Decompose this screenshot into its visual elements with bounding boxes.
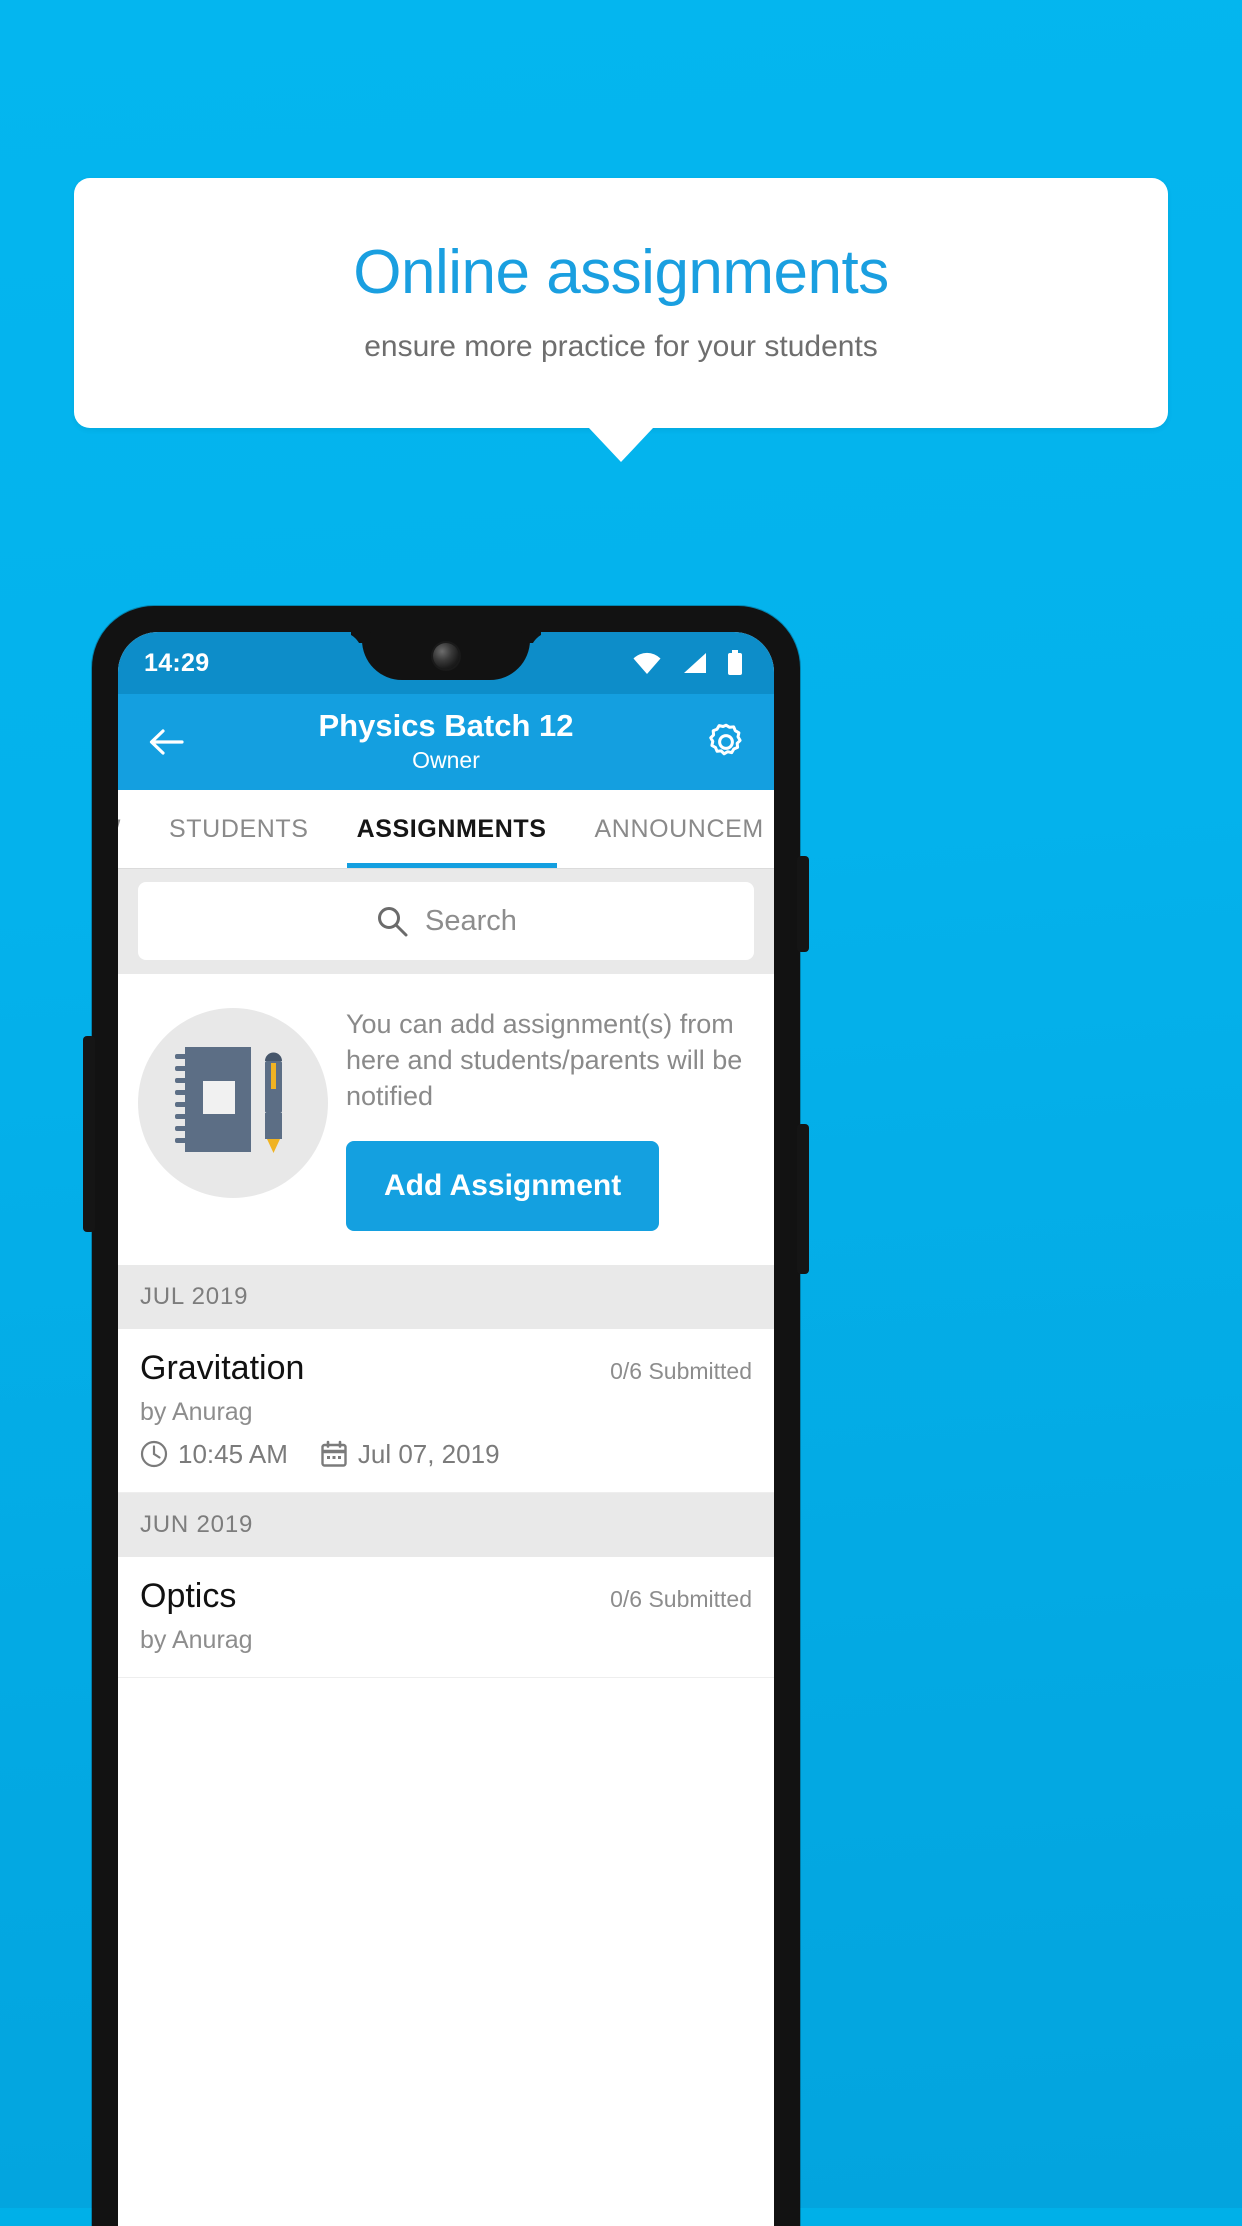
search-input[interactable]: Search xyxy=(138,882,754,960)
back-arrow-icon[interactable] xyxy=(144,720,188,764)
tab-assignments[interactable]: ASSIGNMENTS xyxy=(333,790,571,868)
assignment-row-optics[interactable]: Optics 0/6 Submitted by Anurag xyxy=(118,1556,774,1678)
phone-power-button xyxy=(797,856,809,952)
assignment-status: 0/6 Submitted xyxy=(610,1585,752,1612)
search-placeholder: Search xyxy=(425,904,517,937)
clock-icon xyxy=(140,1440,168,1468)
calendar-icon xyxy=(321,1440,347,1467)
wifi-icon xyxy=(633,652,661,674)
promo-callout-tail xyxy=(589,428,653,462)
assignment-row-top: Gravitation 0/6 Submitted xyxy=(140,1349,752,1388)
assignment-time: 10:45 AM xyxy=(178,1438,288,1469)
assignment-status: 0/6 Submitted xyxy=(610,1357,752,1384)
phone-side-button-left xyxy=(83,1036,95,1232)
app-bar-title-block: Physics Batch 12 Owner xyxy=(118,694,774,790)
search-icon xyxy=(378,907,408,937)
assignment-author: by Anurag xyxy=(140,1397,253,1426)
add-assignment-right: You can add assignment(s) from here and … xyxy=(346,996,754,1231)
assignment-author: by Anurag xyxy=(140,1625,253,1654)
phone-screen: 14:29 Physics Batch 12 Owner STUDENTS AS… xyxy=(118,632,774,2226)
page-subtitle: Owner xyxy=(412,746,480,773)
assignment-title: Optics xyxy=(140,1576,237,1615)
status-bar-time: 14:29 xyxy=(144,648,210,677)
assignment-row-gravitation[interactable]: Gravitation 0/6 Submitted by Anurag 10:4… xyxy=(118,1328,774,1493)
battery-icon xyxy=(728,650,742,675)
assignment-title: Gravitation xyxy=(140,1348,305,1387)
page-title: Physics Batch 12 xyxy=(318,708,574,744)
phone-volume-button xyxy=(797,1124,809,1274)
notebook-and-pen-icon xyxy=(138,1008,328,1198)
phone-device: 14:29 Physics Batch 12 Owner STUDENTS AS… xyxy=(83,606,809,2226)
tab-overview[interactable]: IEW xyxy=(118,790,145,868)
empty-state-message: You can add assignment(s) from here and … xyxy=(346,1009,743,1112)
tab-students[interactable]: STUDENTS xyxy=(145,790,333,868)
add-assignment-panel: You can add assignment(s) from here and … xyxy=(118,974,774,1265)
tab-announcements[interactable]: ANNOUNCEM xyxy=(571,790,774,868)
add-assignment-button[interactable]: Add Assignment xyxy=(346,1140,660,1231)
month-header-jul: JUL 2019 xyxy=(118,1264,774,1329)
search-section: Search xyxy=(118,868,774,974)
assignment-date: Jul 07, 2019 xyxy=(357,1438,500,1469)
assignment-meta: 10:45 AM Jul 07, 2019 xyxy=(140,1439,752,1470)
promo-headline: Online assignments xyxy=(353,238,889,307)
app-bar: Physics Batch 12 Owner xyxy=(118,694,774,790)
front-camera-icon xyxy=(433,643,459,669)
assignment-row-top: Optics 0/6 Submitted xyxy=(140,1577,752,1616)
tab-bar: IEW STUDENTS ASSIGNMENTS ANNOUNCEM xyxy=(118,790,774,868)
status-bar-icons xyxy=(632,650,748,676)
promo-callout-card: Online assignments ensure more practice … xyxy=(74,178,1168,428)
promo-subheadline: ensure more practice for your students xyxy=(364,330,878,363)
signal-icon xyxy=(684,653,706,673)
gear-icon[interactable] xyxy=(704,720,748,764)
month-header-jun: JUN 2019 xyxy=(118,1492,774,1557)
